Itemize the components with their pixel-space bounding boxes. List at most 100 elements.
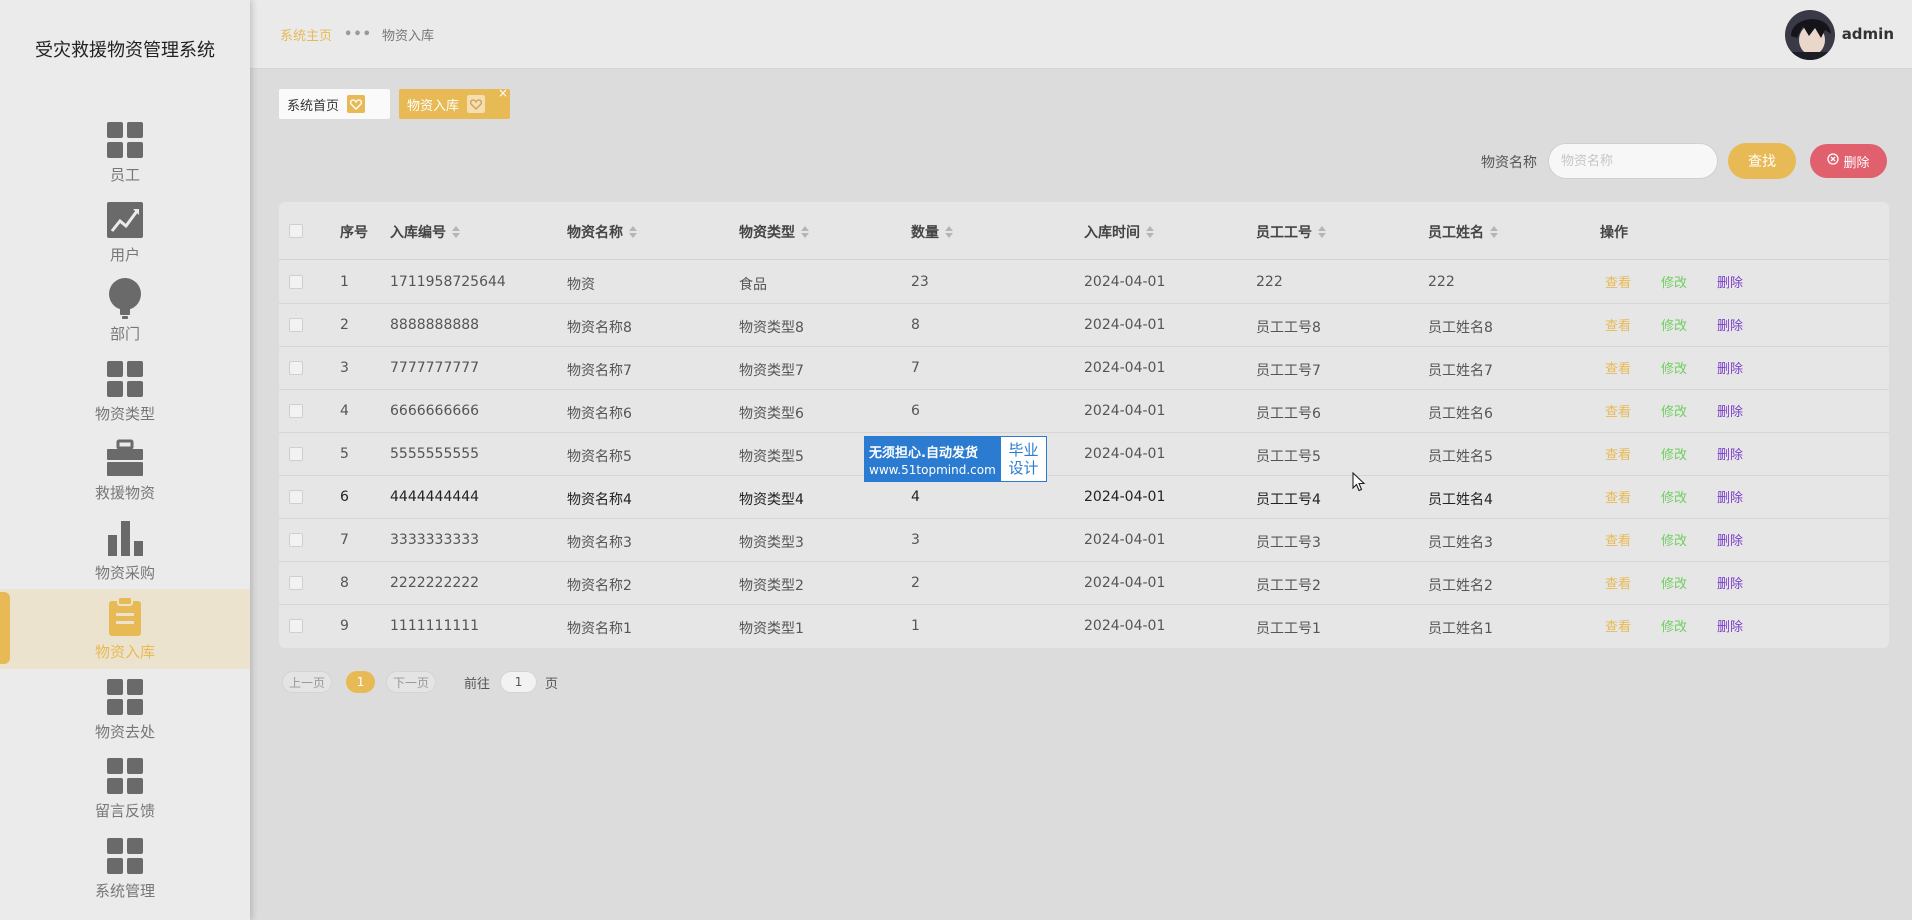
cell-material-type: 物资类型5 — [739, 449, 804, 465]
goto-unit: 页 — [545, 676, 559, 692]
sidebar-item-rescue-material[interactable]: 救援物资 — [0, 430, 250, 510]
cell-employee-name: 员工姓名4 — [1428, 492, 1493, 508]
column-header-employee-id[interactable]: 员工工号 — [1256, 222, 1326, 242]
cell-material-type: 物资类型2 — [739, 578, 804, 594]
delete-link[interactable]: 删除 — [1717, 401, 1743, 420]
cell-material-type: 物资类型3 — [739, 535, 804, 551]
batch-delete-button[interactable]: 删除 — [1810, 144, 1887, 178]
edit-link[interactable]: 修改 — [1661, 573, 1687, 592]
view-link[interactable]: 查看 — [1605, 487, 1631, 506]
delete-link[interactable]: 删除 — [1717, 315, 1743, 334]
column-header-inbound-time[interactable]: 入库时间 — [1084, 222, 1154, 242]
cell-inbound-number: 4444444444 — [390, 489, 480, 505]
column-header-inbound-number[interactable]: 入库编号 — [390, 222, 460, 242]
sidebar-item-employee[interactable]: 员工 — [0, 112, 250, 192]
view-link[interactable]: 查看 — [1605, 444, 1631, 463]
sidebar-item-material-destination[interactable]: 物资去处 — [0, 669, 250, 749]
sidebar-item-material-inbound[interactable]: 物资入库 — [0, 589, 250, 669]
heart-icon — [467, 95, 486, 113]
goto-label: 前往 — [464, 676, 491, 692]
top-header: 系统主页 ••• 物资入库 admin — [250, 0, 1912, 69]
tab-material-inbound[interactable]: 物资入库 × — [399, 86, 510, 119]
column-header-material-name[interactable]: 物资名称 — [567, 222, 637, 242]
table-header: 序号 入库编号 物资名称 物资类型 数量 入库时间 员工工号 员工姓名 操作 — [279, 202, 1889, 260]
edit-link[interactable]: 修改 — [1661, 358, 1687, 377]
tab-home[interactable]: 系统首页 — [279, 89, 390, 119]
edit-link[interactable]: 修改 — [1661, 401, 1687, 420]
table-row: 1 1711958725644 物资 食品 23 2024-04-01 222 222 查看 修改… — [279, 261, 1889, 304]
row-checkbox[interactable] — [289, 404, 303, 418]
sort-icon[interactable] — [1318, 226, 1326, 238]
sidebar-item-procurement[interactable]: 物资采购 — [0, 510, 250, 590]
sort-icon[interactable] — [945, 226, 953, 238]
edit-link[interactable]: 修改 — [1661, 616, 1687, 635]
row-checkbox[interactable] — [289, 533, 303, 547]
view-link[interactable]: 查看 — [1605, 401, 1631, 420]
row-checkbox[interactable] — [289, 490, 303, 504]
cell-index: 6 — [340, 489, 349, 505]
edit-link[interactable]: 修改 — [1661, 487, 1687, 506]
delete-link[interactable]: 删除 — [1717, 358, 1743, 377]
view-link[interactable]: 查看 — [1605, 358, 1631, 377]
username[interactable]: admin — [1842, 25, 1894, 43]
sort-icon[interactable] — [1146, 226, 1154, 238]
delete-link[interactable]: 删除 — [1717, 272, 1743, 291]
row-checkbox[interactable] — [289, 576, 303, 590]
delete-link[interactable]: 删除 — [1717, 487, 1743, 506]
cell-inbound-number: 5555555555 — [390, 446, 480, 462]
cell-inbound-time: 2024-04-01 — [1084, 317, 1166, 333]
sidebar-item-system-admin[interactable]: 系统管理 — [0, 828, 250, 908]
cell-material-type: 物资类型7 — [739, 363, 804, 379]
cell-material-name: 物资名称5 — [567, 449, 632, 465]
cell-inbound-number: 8888888888 — [390, 317, 480, 333]
bar-chart-icon — [105, 518, 145, 558]
column-header-quantity[interactable]: 数量 — [911, 222, 953, 242]
edit-link[interactable]: 修改 — [1661, 315, 1687, 334]
view-link[interactable]: 查看 — [1605, 530, 1631, 549]
sort-icon[interactable] — [629, 226, 637, 238]
column-header-material-type[interactable]: 物资类型 — [739, 222, 809, 242]
sort-icon[interactable] — [801, 226, 809, 238]
search-input[interactable] — [1548, 143, 1718, 179]
sort-icon[interactable] — [1490, 226, 1498, 238]
delete-link[interactable]: 删除 — [1717, 616, 1743, 635]
table-row: 6 4444444444 物资名称4 物资类型4 4 2024-04-01 员工工号4 员工姓… — [279, 476, 1889, 519]
cell-employee-id: 222 — [1256, 274, 1283, 290]
page-number-current[interactable]: 1 — [346, 671, 376, 693]
search-button[interactable]: 查找 — [1728, 143, 1796, 179]
sidebar-item-department[interactable]: 部门 — [0, 271, 250, 351]
row-checkbox[interactable] — [289, 447, 303, 461]
delete-link[interactable]: 删除 — [1717, 444, 1743, 463]
view-link[interactable]: 查看 — [1605, 616, 1631, 635]
edit-link[interactable]: 修改 — [1661, 444, 1687, 463]
avatar[interactable] — [1785, 10, 1835, 60]
goto-page-input[interactable] — [500, 671, 538, 693]
close-icon[interactable]: × — [498, 86, 508, 100]
edit-link[interactable]: 修改 — [1661, 272, 1687, 291]
next-page-button[interactable]: 下一页 — [386, 671, 437, 693]
row-checkbox[interactable] — [289, 275, 303, 289]
delete-link[interactable]: 删除 — [1717, 530, 1743, 549]
sidebar-item-feedback[interactable]: 留言反馈 — [0, 748, 250, 828]
row-checkbox[interactable] — [289, 318, 303, 332]
sidebar-item-user[interactable]: 用户 — [0, 192, 250, 272]
sidebar-item-label: 用户 — [109, 245, 140, 264]
tab-label: 物资入库 — [407, 98, 460, 114]
select-all-checkbox[interactable] — [289, 224, 303, 238]
column-header-index: 序号 — [340, 225, 368, 241]
view-link[interactable]: 查看 — [1605, 573, 1631, 592]
sort-icon[interactable] — [452, 226, 460, 238]
edit-link[interactable]: 修改 — [1661, 530, 1687, 549]
table-row: 8 2222222222 物资名称2 物资类型2 2 2024-04-01 员工工号2 员工姓… — [279, 562, 1889, 605]
column-header-employee-name[interactable]: 员工姓名 — [1428, 222, 1498, 242]
delete-link[interactable]: 删除 — [1717, 573, 1743, 592]
breadcrumb-home-link[interactable]: 系统主页 — [280, 25, 332, 44]
prev-page-button[interactable]: 上一页 — [282, 671, 333, 693]
view-link[interactable]: 查看 — [1605, 272, 1631, 291]
view-link[interactable]: 查看 — [1605, 315, 1631, 334]
row-checkbox[interactable] — [289, 361, 303, 375]
cell-inbound-time: 2024-04-01 — [1084, 575, 1166, 591]
sidebar-item-material-type[interactable]: 物资类型 — [0, 351, 250, 431]
row-checkbox[interactable] — [289, 619, 303, 633]
column-header-actions: 操作 — [1600, 225, 1628, 241]
